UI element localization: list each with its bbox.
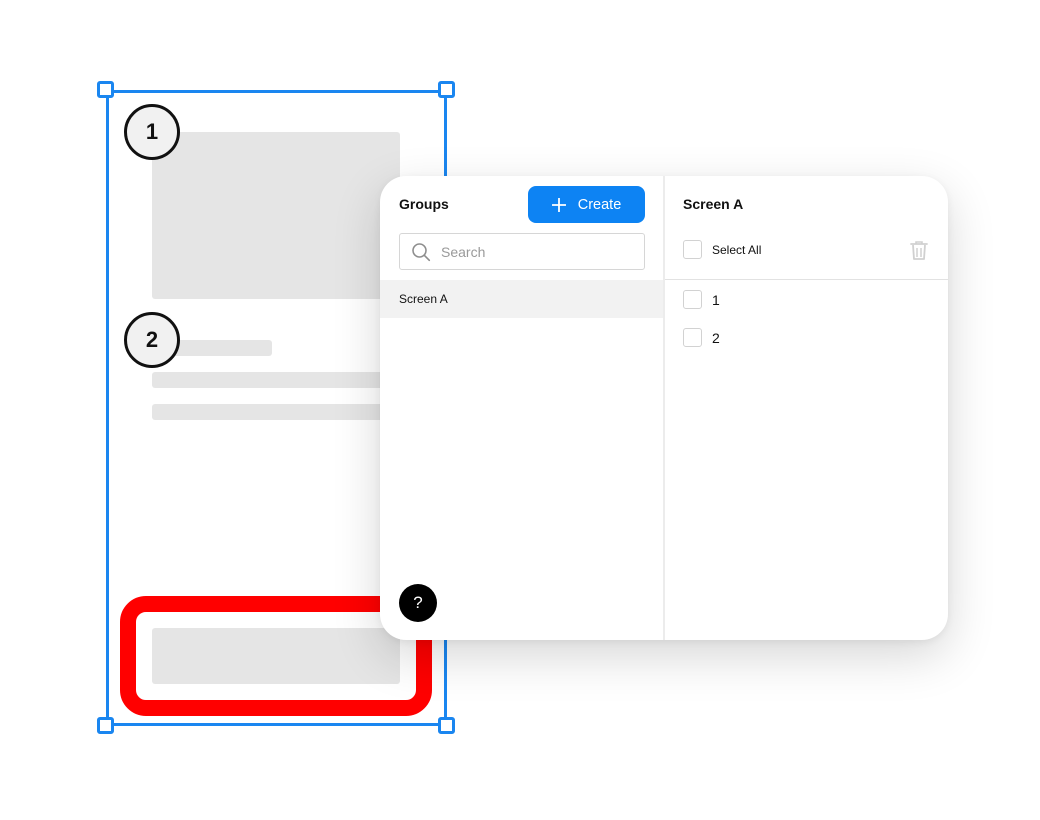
screen-title: Screen A xyxy=(683,196,744,212)
text-placeholder-line xyxy=(152,372,400,388)
text-placeholder-line xyxy=(152,404,400,420)
group-list-item-label: Screen A xyxy=(399,292,448,306)
help-button[interactable]: ? xyxy=(399,584,437,622)
step-marker-2: 2 xyxy=(124,312,180,368)
item-checkbox[interactable] xyxy=(683,290,702,309)
item-checkbox[interactable] xyxy=(683,328,702,347)
groups-title: Groups xyxy=(399,196,449,212)
select-all-checkbox[interactable] xyxy=(683,240,702,259)
select-all-row[interactable]: Select All xyxy=(683,240,761,259)
create-button-label: Create xyxy=(577,196,622,213)
screen-pane: Screen A Select All 1 2 xyxy=(665,176,948,640)
resize-handle-top-left[interactable] xyxy=(97,81,114,98)
create-button[interactable]: Create xyxy=(528,186,645,223)
plus-icon xyxy=(551,197,566,212)
trash-icon[interactable] xyxy=(910,240,928,261)
screen-item-row[interactable]: 1 xyxy=(683,290,720,309)
resize-handle-bottom-left[interactable] xyxy=(97,717,114,734)
search-box[interactable] xyxy=(399,233,645,270)
select-all-label: Select All xyxy=(712,242,762,257)
group-list-item[interactable]: Screen A xyxy=(380,280,663,318)
screen-item-label: 1 xyxy=(712,291,720,308)
groups-pane: Groups Create Screen A ? xyxy=(380,176,663,640)
screen-item-row[interactable]: 2 xyxy=(683,328,720,347)
search-input[interactable] xyxy=(441,243,621,260)
resize-handle-top-right[interactable] xyxy=(438,81,455,98)
resize-handle-bottom-right[interactable] xyxy=(438,717,455,734)
search-icon xyxy=(411,242,431,262)
header-separator xyxy=(665,279,948,280)
step-marker-1: 1 xyxy=(124,104,180,160)
screen-item-label: 2 xyxy=(712,329,720,346)
image-placeholder xyxy=(152,132,400,299)
groups-panel: Groups Create Screen A ? Screen A Select… xyxy=(380,176,948,640)
